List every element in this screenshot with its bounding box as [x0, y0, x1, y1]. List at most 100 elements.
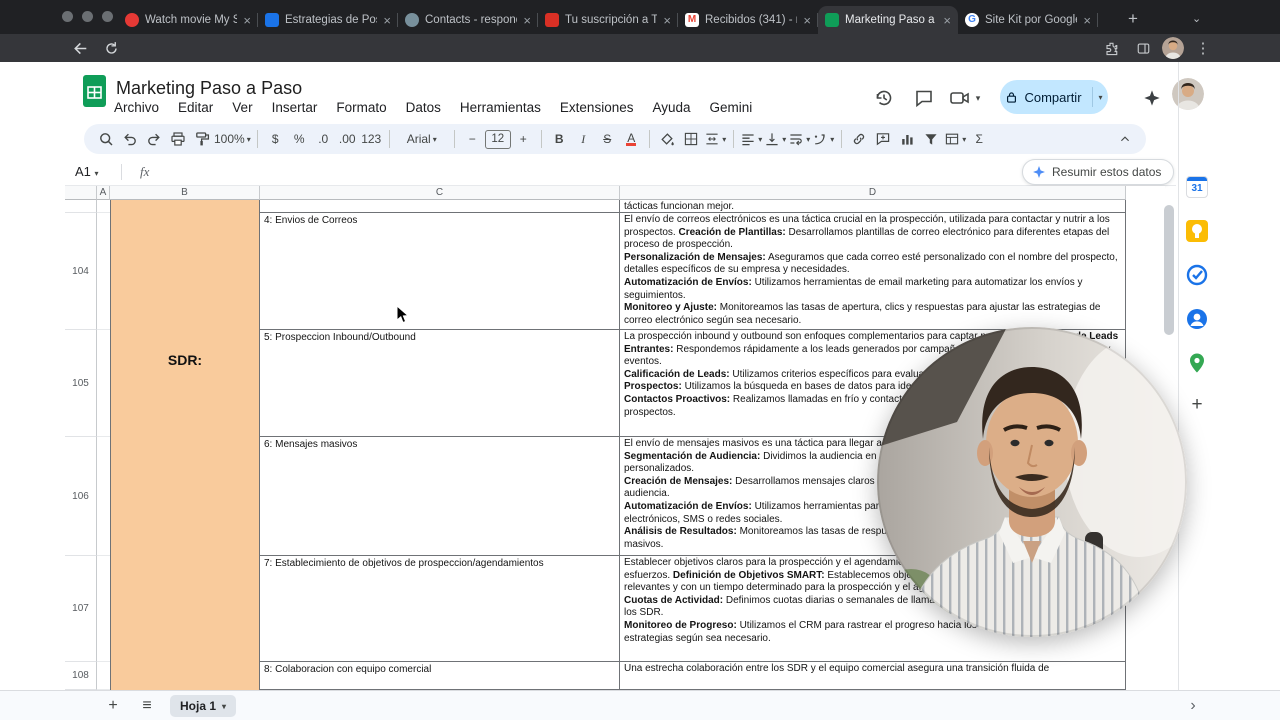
cell-d-104[interactable]: El envío de correos electrónicos es una …: [620, 213, 1126, 330]
functions-button[interactable]: Σ: [968, 127, 991, 151]
merged-cell-sdr[interactable]: SDR:: [110, 200, 260, 690]
tab-close-icon[interactable]: ×: [523, 14, 531, 27]
cell-a-104[interactable]: [97, 213, 110, 330]
close-window-button[interactable]: [62, 11, 73, 22]
menu-formato[interactable]: Formato: [336, 100, 386, 115]
add-sheet-icon[interactable]: +: [104, 697, 122, 715]
panel-expand-icon[interactable]: ›: [1184, 697, 1202, 715]
name-box-chevron-icon[interactable]: ▾: [95, 169, 99, 178]
vertical-align-button[interactable]: ▾: [764, 127, 787, 151]
menu-extensiones[interactable]: Extensiones: [560, 100, 634, 115]
cell-c-104[interactable]: 4: Envios de Correos: [260, 213, 620, 330]
toolbar-collapse-icon[interactable]: [1113, 127, 1136, 151]
tab-close-icon[interactable]: ×: [943, 14, 951, 27]
account-avatar[interactable]: [1172, 78, 1204, 110]
tab-close-icon[interactable]: ×: [663, 14, 671, 27]
text-rotation-button[interactable]: ▾: [812, 127, 835, 151]
version-history-icon[interactable]: [872, 86, 896, 110]
menu-insertar[interactable]: Insertar: [272, 100, 318, 115]
cell-a-105[interactable]: [97, 330, 110, 437]
fill-color-button[interactable]: [656, 127, 679, 151]
font-size-decrease-button[interactable]: −: [461, 127, 484, 151]
cell-c-partial[interactable]: [260, 200, 620, 213]
share-button[interactable]: Compartir ▾: [1000, 80, 1108, 114]
column-header-b[interactable]: B: [110, 186, 260, 200]
maps-panel-icon[interactable]: [1186, 352, 1208, 374]
gemini-summarize-chip[interactable]: Resumir estos datos: [1022, 159, 1175, 185]
font-size-increase-button[interactable]: +: [512, 127, 535, 151]
insert-chart-button[interactable]: [896, 127, 919, 151]
format-currency-button[interactable]: $: [264, 127, 287, 151]
menu-herramientas[interactable]: Herramientas: [460, 100, 541, 115]
tab-search-chevron-icon[interactable]: ⌄: [1192, 12, 1201, 25]
document-title[interactable]: Marketing Paso a Paso: [116, 78, 302, 99]
minimize-window-button[interactable]: [82, 11, 93, 22]
row-header-108[interactable]: 108: [65, 662, 97, 690]
select-all-corner[interactable]: [65, 186, 97, 200]
merge-cells-button[interactable]: ▾: [704, 127, 727, 151]
new-tab-button[interactable]: +: [1128, 9, 1138, 29]
decrease-decimals-button[interactable]: .0: [312, 127, 335, 151]
menu-gemini[interactable]: Gemini: [710, 100, 753, 115]
browser-tab[interactable]: Contacts - respond ×: [398, 6, 538, 34]
menu-editar[interactable]: Editar: [178, 100, 213, 115]
cell-d-partial[interactable]: tácticas funcionan mejor.: [620, 200, 1126, 213]
search-menus-button[interactable]: [94, 127, 117, 151]
text-wrap-button[interactable]: ▾: [788, 127, 811, 151]
all-sheets-icon[interactable]: ≡: [138, 697, 156, 715]
print-button[interactable]: [166, 127, 189, 151]
font-family-button[interactable]: Arial ▾: [396, 127, 448, 151]
name-box[interactable]: A1 ▾: [75, 164, 121, 179]
comment-history-icon[interactable]: [912, 86, 936, 110]
share-chevron-icon[interactable]: ▾: [1099, 93, 1103, 102]
cell-c-108[interactable]: 8: Colaboracion con equipo comercial: [260, 662, 620, 690]
reload-icon[interactable]: [100, 37, 122, 59]
sheets-logo-icon[interactable]: [82, 74, 107, 113]
column-header-d[interactable]: D: [620, 186, 1126, 200]
redo-button[interactable]: [142, 127, 165, 151]
column-header-c[interactable]: C: [260, 186, 620, 200]
cell-c-107[interactable]: 7: Establecimiento de objetivos de prosp…: [260, 556, 620, 662]
browser-tab[interactable]: Watch movie My S ×: [118, 6, 258, 34]
row-header-partial[interactable]: [65, 200, 97, 213]
increase-decimals-button[interactable]: .00: [336, 127, 359, 151]
number-format-button[interactable]: 123: [360, 127, 383, 151]
tab-close-icon[interactable]: ×: [803, 14, 811, 27]
cell-c-106[interactable]: 6: Mensajes masivos: [260, 437, 620, 556]
cell-a-107[interactable]: [97, 556, 110, 662]
tab-close-icon[interactable]: ×: [383, 14, 391, 27]
menu-datos[interactable]: Datos: [406, 100, 441, 115]
format-percent-button[interactable]: %: [288, 127, 311, 151]
browser-tab[interactable]: Tu suscripción a T ×: [538, 6, 678, 34]
cell-d-108[interactable]: Una estrecha colaboración entre los SDR …: [620, 662, 1126, 690]
table-views-button[interactable]: ▾: [944, 127, 967, 151]
zoom-button[interactable]: 100% ▾: [214, 127, 251, 151]
row-header-107[interactable]: 107: [65, 556, 97, 662]
strikethrough-button[interactable]: S: [596, 127, 619, 151]
text-color-button[interactable]: A: [620, 127, 643, 151]
paint-format-button[interactable]: [190, 127, 213, 151]
meet-chevron-icon[interactable]: ▾: [972, 86, 984, 110]
extensions-puzzle-icon[interactable]: [1100, 37, 1122, 59]
keep-panel-icon[interactable]: [1186, 220, 1208, 242]
meet-camera-icon[interactable]: [948, 86, 972, 110]
contacts-panel-icon[interactable]: [1186, 308, 1208, 330]
spark-icon[interactable]: [1140, 86, 1164, 110]
browser-tab[interactable]: Estrategias de Pos ×: [258, 6, 398, 34]
undo-button[interactable]: [118, 127, 141, 151]
cell-a-108[interactable]: [97, 662, 110, 690]
tab-close-icon[interactable]: ×: [243, 14, 251, 27]
side-panel-icon[interactable]: [1132, 37, 1154, 59]
vertical-scrollbar[interactable]: [1164, 205, 1174, 335]
browser-tab[interactable]: M Recibidos (341) - r ×: [678, 6, 818, 34]
bold-button[interactable]: B: [548, 127, 571, 151]
browser-menu-icon[interactable]: ⋮: [1192, 37, 1214, 59]
browser-profile-avatar[interactable]: [1162, 37, 1184, 59]
row-header-105[interactable]: 105: [65, 330, 97, 437]
insert-comment-button[interactable]: [872, 127, 895, 151]
cell-a-106[interactable]: [97, 437, 110, 556]
sheet-tab-chevron-icon[interactable]: ▾: [222, 702, 226, 711]
zoom-window-button[interactable]: [102, 11, 113, 22]
get-addons-panel-icon[interactable]: +: [1186, 394, 1208, 416]
font-size-button[interactable]: 12: [484, 129, 511, 149]
